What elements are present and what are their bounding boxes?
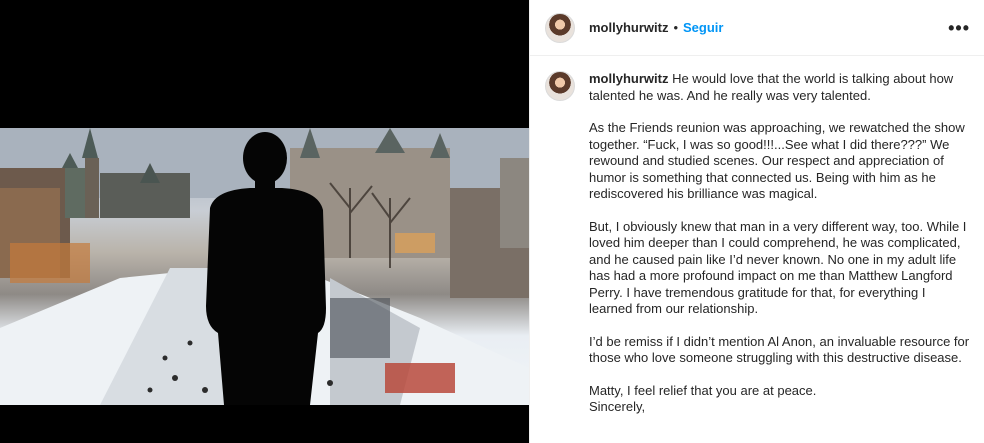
caption-paragraph: As the Friends reunion was approaching, … <box>589 120 965 201</box>
separator-dot: • <box>673 20 679 35</box>
post-media[interactable] <box>0 0 529 443</box>
avatar[interactable] <box>545 12 575 43</box>
more-options-icon[interactable]: ••• <box>948 19 970 37</box>
caption-area: mollyhurwitz He would love that the worl… <box>530 57 984 443</box>
caption-closing-line: Matty, I feel relief that you are at pea… <box>589 382 817 398</box>
post-caption: mollyhurwitz He would love that the worl… <box>589 71 970 443</box>
post-header: mollyhurwitz • Seguir ••• <box>530 0 984 56</box>
caption-signoff: Sincerely, <box>589 399 646 414</box>
header-username[interactable]: mollyhurwitz <box>589 20 668 35</box>
post-photo <box>0 128 529 405</box>
caption-paragraph: But, I obviously knew that man in a very… <box>589 218 967 317</box>
post-panel: mollyhurwitz • Seguir ••• mollyhurwitz H… <box>529 0 984 443</box>
caption-username[interactable]: mollyhurwitz <box>589 71 668 86</box>
caption-paragraph: I’d be remiss if I didn’t mention Al Ano… <box>589 333 970 366</box>
follow-button[interactable]: Seguir <box>683 20 723 35</box>
winter-city-scene <box>0 128 529 405</box>
caption-avatar[interactable] <box>545 71 575 101</box>
